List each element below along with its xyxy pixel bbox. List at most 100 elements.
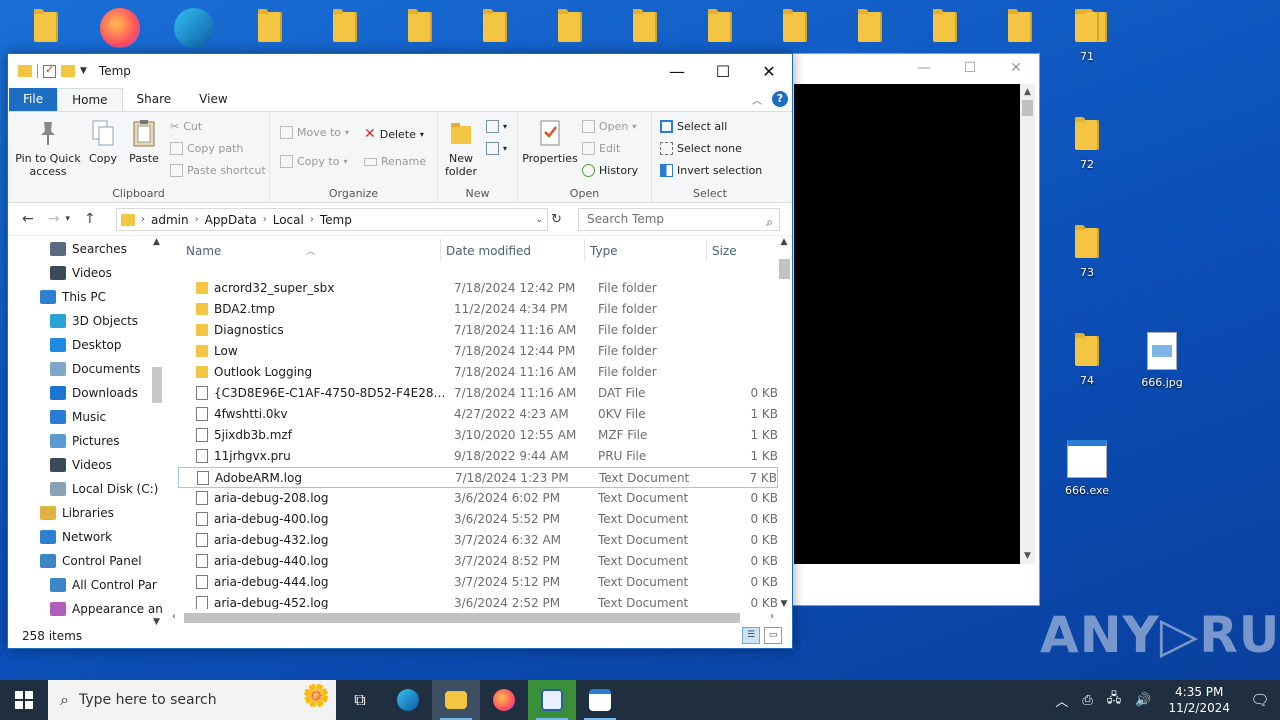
nav-item-3d-objects[interactable]: 3D Objects (8, 309, 166, 333)
breadcrumb-appdata[interactable]: AppData (205, 213, 257, 227)
cut-button[interactable]: ✂ Cut (170, 120, 202, 133)
recent-locations-icon[interactable]: ▾ (65, 211, 70, 227)
easy-access-button[interactable]: ▾ (486, 142, 507, 155)
back-arrow-icon[interactable]: ← (22, 211, 34, 227)
horizontal-scroll-thumb[interactable] (184, 613, 740, 623)
select-none-button[interactable]: Select none (660, 142, 742, 155)
properties-check-icon[interactable] (43, 63, 56, 78)
nav-item-all-control-par[interactable]: All Control Par (8, 573, 166, 597)
table-row[interactable]: aria-debug-432.log 3/7/2024 6:32 AM Text D… (178, 530, 778, 551)
desktop-icon-71[interactable]: 71 (1057, 8, 1117, 63)
minimize-button[interactable]: — (654, 54, 700, 88)
task-view-button[interactable]: ⧉ (336, 680, 384, 720)
paste-button[interactable]: Paste (126, 118, 162, 165)
desktop-folder-icon[interactable] (390, 8, 450, 44)
paste-shortcut-button[interactable]: Paste shortcut (170, 164, 266, 177)
desktop-folder-icon[interactable] (465, 8, 525, 44)
nav-scroll-thumb[interactable] (152, 367, 162, 403)
up-arrow-icon[interactable]: ↑ (84, 211, 96, 227)
close-button[interactable]: ✕ (746, 54, 792, 88)
desktop-icon-666-jpg[interactable]: 666.jpg (1132, 332, 1192, 389)
desktop-folder-icon[interactable] (615, 8, 675, 44)
console-scroll-thumb[interactable] (1022, 100, 1033, 116)
chevron-right-icon[interactable]: › (141, 214, 145, 225)
forward-arrow-icon[interactable]: → (48, 211, 60, 227)
table-row[interactable]: aria-debug-440.log 3/7/2024 8:52 PM Text D… (178, 551, 778, 572)
nav-item-libraries[interactable]: Libraries (8, 501, 166, 525)
column-date[interactable]: Date modified (446, 244, 531, 258)
clock[interactable]: 4:35 PM 11/2/2024 (1158, 684, 1240, 716)
desktop-icon-72[interactable]: 72 (1057, 116, 1117, 171)
nav-item-desktop[interactable]: Desktop (8, 333, 166, 357)
table-row[interactable]: aria-debug-444.log 3/7/2024 5:12 PM Text D… (178, 572, 778, 593)
console-window[interactable]: — ☐ ✕ ▲ ▼ (790, 53, 1040, 606)
column-divider[interactable] (584, 239, 585, 261)
chevron-down-icon[interactable]: ⌄ (535, 215, 543, 225)
copy-path-button[interactable]: Copy path (170, 142, 243, 155)
notifications-icon[interactable]: 🗨 (1240, 691, 1280, 709)
tab-file[interactable]: File (9, 88, 58, 111)
column-name[interactable]: Name (186, 244, 221, 258)
chevron-right-icon[interactable]: › (310, 214, 314, 225)
invert-selection-button[interactable]: Invert selection (660, 164, 762, 177)
breadcrumb-local[interactable]: Local (273, 213, 304, 227)
nav-item-videos[interactable]: Videos (8, 453, 166, 477)
console-maximize-button[interactable]: ☐ (947, 60, 993, 76)
new-item-button[interactable]: ▾ (486, 120, 507, 133)
desktop-folder-icon[interactable] (840, 8, 900, 44)
tab-home[interactable]: Home (57, 88, 123, 111)
file-explorer-window[interactable]: ▼ Temp — ☐ ✕ File Home Share View ︿ ? Pi… (7, 53, 793, 649)
desktop-edge-icon[interactable] (164, 8, 224, 48)
desktop-folder-icon[interactable] (990, 8, 1050, 44)
desktop-folder-icon[interactable] (16, 8, 76, 44)
copy-button[interactable]: Copy (86, 118, 120, 165)
collapse-ribbon-icon[interactable]: ︿ (752, 92, 762, 107)
desktop-folder-icon[interactable] (765, 8, 825, 44)
tab-share[interactable]: Share (123, 88, 186, 111)
desktop-icon-666-exe[interactable]: 666.exe (1057, 440, 1117, 497)
column-divider[interactable] (706, 239, 707, 261)
large-icons-view-icon[interactable]: ▭ (764, 627, 782, 644)
chevron-right-icon[interactable]: › (195, 214, 199, 225)
delete-button[interactable]: ✕ Delete ▾ (364, 126, 424, 142)
console-scrollbar[interactable]: ▲ ▼ (1020, 84, 1035, 564)
open-button[interactable]: Open ▾ (582, 120, 636, 133)
breadcrumb-temp[interactable]: Temp (320, 213, 352, 227)
desktop-folder-icon[interactable] (540, 8, 600, 44)
nav-item-control-panel[interactable]: Control Panel (8, 549, 166, 573)
column-size[interactable]: Size (712, 244, 737, 258)
nav-item-music[interactable]: Music (8, 405, 166, 429)
nav-item-local-disk-c-[interactable]: Local Disk (C:) (8, 477, 166, 501)
scroll-up-icon[interactable]: ▲ (776, 237, 792, 247)
nav-item-videos[interactable]: Videos (8, 261, 166, 285)
move-to-button[interactable]: Move to ▾ (280, 126, 349, 139)
console-close-button[interactable]: ✕ (993, 60, 1039, 76)
table-row[interactable]: 11jrhgvx.pru 9/18/2022 9:44 AM PRU File 1 K… (178, 446, 778, 467)
file-list-scroll-thumb[interactable] (779, 259, 790, 279)
scroll-up-icon[interactable]: ▲ (149, 237, 164, 247)
chevron-right-icon[interactable]: › (263, 214, 267, 225)
customize-toolbar-icon[interactable]: ▼ (80, 66, 87, 76)
select-all-button[interactable]: Select all (660, 120, 727, 133)
properties-button[interactable]: Properties (522, 118, 578, 165)
firefox-taskbar-button[interactable] (480, 680, 528, 720)
table-row[interactable]: Low 7/18/2024 12:44 PM File folder (178, 341, 778, 362)
rename-button[interactable]: Rename (364, 155, 426, 168)
table-row[interactable]: Diagnostics 7/18/2024 11:16 AM File folder (178, 320, 778, 341)
scroll-up-icon[interactable]: ▲ (1020, 84, 1035, 100)
nav-item-this-pc[interactable]: This PC (8, 285, 166, 309)
console-taskbar-button[interactable] (576, 680, 624, 720)
file-list[interactable]: ︿ Name Date modified Type Size acrord32_… (178, 237, 778, 609)
chevron-up-icon[interactable]: ︿ (1048, 691, 1075, 710)
details-view-icon[interactable]: ☰ (742, 627, 760, 644)
desktop-folder-icon[interactable] (315, 8, 375, 44)
maximize-button[interactable]: ☐ (700, 54, 746, 88)
network-icon[interactable]: 🖧 (1100, 689, 1129, 711)
column-type[interactable]: Type (590, 244, 618, 258)
desktop-folder-icon[interactable] (690, 8, 750, 44)
table-row[interactable]: Outlook Logging 7/18/2024 11:16 AM File fo… (178, 362, 778, 383)
copy-to-button[interactable]: Copy to ▾ (280, 155, 347, 168)
breadcrumb-admin[interactable]: admin (151, 213, 189, 227)
table-row[interactable]: AdobeARM.log 7/18/2024 1:23 PM Text Docume… (178, 467, 778, 488)
search-highlight-icon[interactable]: 🌼 (303, 684, 330, 709)
